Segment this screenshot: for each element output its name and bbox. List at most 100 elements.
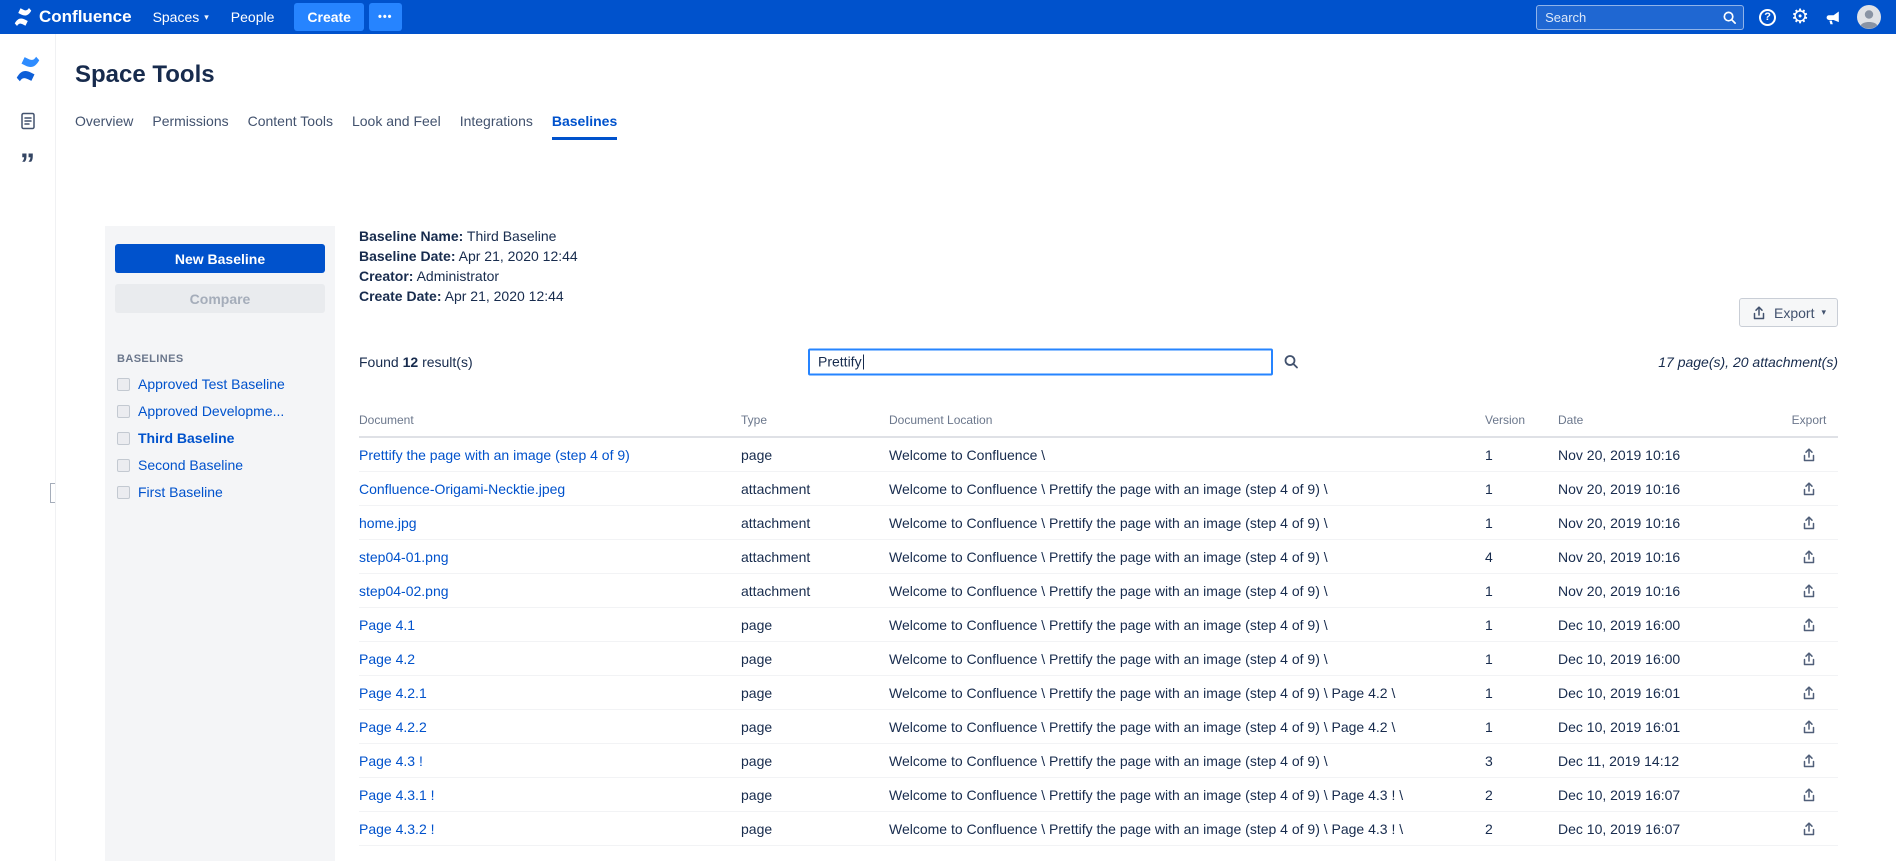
baseline-link[interactable]: Third Baseline <box>138 430 234 446</box>
baseline-checkbox[interactable] <box>117 378 130 391</box>
cell-document: home.jpg <box>359 515 741 531</box>
row-export-icon[interactable] <box>1801 583 1817 599</box>
cell-location: Welcome to Confluence \ Prettify the pag… <box>889 821 1485 837</box>
detail-field-value: Third Baseline <box>463 228 556 244</box>
row-export-icon[interactable] <box>1801 549 1817 565</box>
confluence-home-link[interactable]: Confluence <box>10 6 142 28</box>
document-link[interactable]: step04-01.png <box>359 549 449 565</box>
baseline-checkbox[interactable] <box>117 486 130 499</box>
cell-document: Prettify the page with an image (step 4 … <box>359 447 741 463</box>
cell-date: Dec 11, 2019 14:12 <box>1558 753 1780 769</box>
row-export-icon[interactable] <box>1801 481 1817 497</box>
results-table: DocumentTypeDocument LocationVersionDate… <box>359 413 1838 846</box>
nav-people[interactable]: People <box>220 0 286 34</box>
table-row: Page 4.3 !pageWelcome to Confluence \ Pr… <box>359 744 1838 778</box>
export-button-label: Export <box>1774 305 1814 321</box>
new-baseline-button[interactable]: New Baseline <box>115 244 325 273</box>
tab-permissions[interactable]: Permissions <box>152 113 228 140</box>
tab-content-tools[interactable]: Content Tools <box>248 113 333 140</box>
document-link[interactable]: Confluence-Origami-Necktie.jpeg <box>359 481 565 497</box>
document-link[interactable]: Page 4.2.2 <box>359 719 427 735</box>
cell-document: Page 4.3 ! <box>359 753 741 769</box>
user-avatar[interactable] <box>1856 4 1882 30</box>
quote-shortcut-icon[interactable]: ” <box>20 155 35 177</box>
document-link[interactable]: Page 4.1 <box>359 617 415 633</box>
cell-location: Welcome to Confluence \ Prettify the pag… <box>889 481 1485 497</box>
global-search-input[interactable] <box>1545 10 1722 25</box>
tab-baselines[interactable]: Baselines <box>552 113 617 140</box>
tab-integrations[interactable]: Integrations <box>460 113 533 140</box>
baseline-link[interactable]: Approved Developme... <box>138 403 284 419</box>
baseline-list-item: Second Baseline <box>115 457 325 473</box>
row-export-icon[interactable] <box>1801 753 1817 769</box>
results-filter-input[interactable]: Prettify <box>808 348 1273 375</box>
baseline-link[interactable]: Approved Test Baseline <box>138 376 285 392</box>
found-suffix: result(s) <box>422 354 473 370</box>
results-count: Found 12 result(s) <box>359 354 473 370</box>
detail-field-label: Baseline Name: <box>359 228 463 244</box>
cell-version: 1 <box>1485 719 1558 735</box>
sidebar-collapse-handle[interactable] <box>50 483 55 503</box>
baseline-checkbox[interactable] <box>117 432 130 445</box>
detail-field-label: Create Date: <box>359 288 441 304</box>
document-link[interactable]: step04-02.png <box>359 583 449 599</box>
export-icon <box>1801 651 1817 667</box>
nav-right: ? ⚙ <box>1536 0 1882 34</box>
table-row: Page 4.2.1pageWelcome to Confluence \ Pr… <box>359 676 1838 710</box>
pages-shortcut-icon[interactable] <box>18 111 38 131</box>
export-icon <box>1801 549 1817 565</box>
baseline-checkbox[interactable] <box>117 405 130 418</box>
tab-look-and-feel[interactable]: Look and Feel <box>352 113 441 140</box>
nav-spaces[interactable]: Spaces ▾ <box>142 0 220 34</box>
clipboard-icon <box>18 111 38 131</box>
document-link[interactable]: home.jpg <box>359 515 417 531</box>
cell-version: 1 <box>1485 515 1558 531</box>
help-icon[interactable]: ? <box>1759 9 1776 26</box>
table-row: step04-02.pngattachmentWelcome to Conflu… <box>359 574 1838 608</box>
cell-location: Welcome to Confluence \ Prettify the pag… <box>889 515 1485 531</box>
main-content: Space Tools Overview Permissions Content T… <box>56 34 1896 861</box>
row-export-icon[interactable] <box>1801 685 1817 701</box>
page-title: Space Tools <box>75 60 1838 89</box>
row-export-icon[interactable] <box>1801 515 1817 531</box>
export-icon <box>1801 719 1817 735</box>
row-export-icon[interactable] <box>1801 787 1817 803</box>
cell-type: page <box>741 617 889 633</box>
row-export-icon[interactable] <box>1801 617 1817 633</box>
document-link[interactable]: Page 4.2.1 <box>359 685 427 701</box>
cell-document: step04-02.png <box>359 583 741 599</box>
document-link[interactable]: Page 4.3.1 ! <box>359 787 435 803</box>
row-export-icon[interactable] <box>1801 447 1817 463</box>
column-header-type: Type <box>741 413 889 427</box>
cell-date: Nov 20, 2019 10:16 <box>1558 481 1780 497</box>
cell-date: Dec 10, 2019 16:00 <box>1558 617 1780 633</box>
create-button[interactable]: Create <box>294 3 364 31</box>
space-logo[interactable] <box>13 54 43 87</box>
compare-button[interactable]: Compare <box>115 284 325 313</box>
cell-date: Dec 10, 2019 16:01 <box>1558 685 1780 701</box>
document-link[interactable]: Page 4.3.2 ! <box>359 821 435 837</box>
baseline-link[interactable]: First Baseline <box>138 484 223 500</box>
more-actions-button[interactable]: ••• <box>369 3 402 31</box>
cell-version: 1 <box>1485 685 1558 701</box>
settings-gear-icon[interactable]: ⚙ <box>1791 7 1809 27</box>
export-button[interactable]: Export ▾ <box>1739 298 1838 327</box>
tab-overview[interactable]: Overview <box>75 113 133 140</box>
cell-location: Welcome to Confluence \ Prettify the pag… <box>889 583 1485 599</box>
document-link[interactable]: Prettify the page with an image (step 4 … <box>359 447 630 463</box>
baseline-list-item: Third Baseline <box>115 430 325 446</box>
search-icon[interactable] <box>1283 354 1299 370</box>
row-export-icon[interactable] <box>1801 651 1817 667</box>
baseline-link[interactable]: Second Baseline <box>138 457 243 473</box>
search-icon[interactable] <box>1722 10 1737 25</box>
export-icon <box>1801 787 1817 803</box>
document-link[interactable]: Page 4.2 <box>359 651 415 667</box>
app-shell: ” Space Tools Overview Permissions Content… <box>0 34 1896 861</box>
row-export-icon[interactable] <box>1801 719 1817 735</box>
baselines-workspace: New Baseline Compare BASELINES Approved … <box>105 226 1838 861</box>
baseline-checkbox[interactable] <box>117 459 130 472</box>
row-export-icon[interactable] <box>1801 821 1817 837</box>
announcements-megaphone-icon[interactable] <box>1824 9 1841 26</box>
document-link[interactable]: Page 4.3 ! <box>359 753 423 769</box>
cell-version: 2 <box>1485 787 1558 803</box>
